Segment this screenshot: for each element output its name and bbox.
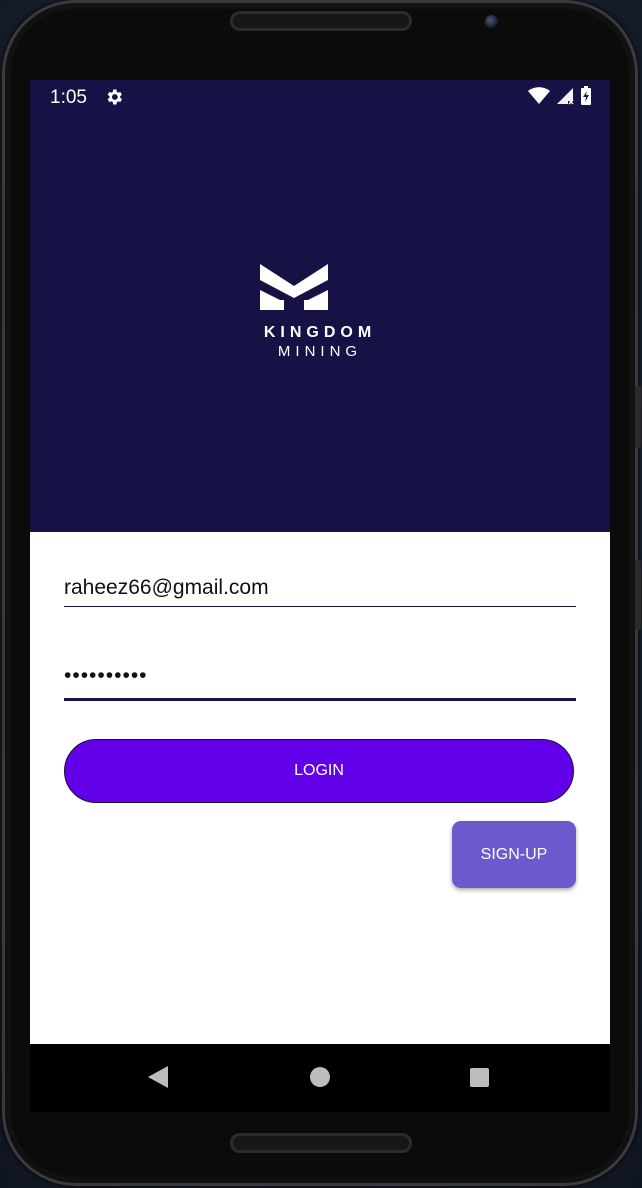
brand-name: KINGDOM (263, 324, 377, 341)
wifi-icon (528, 87, 550, 110)
email-field[interactable]: raheez66@gmail.com (64, 576, 576, 607)
device-frame: 1:05 KINGDOM MINING raheez66@gmail.com •… (2, 0, 641, 1186)
signup-button[interactable]: SIGN-UP (452, 821, 576, 888)
password-field[interactable]: •••••••••• (64, 664, 576, 701)
login-button[interactable]: LOGIN (64, 739, 574, 803)
screen: 1:05 KINGDOM MINING raheez66@gmail.com •… (30, 80, 610, 1112)
kingdom-mining-logo (260, 264, 328, 315)
login-form: raheez66@gmail.com •••••••••• LOGIN SIGN… (30, 532, 610, 1044)
signal-icon (556, 87, 574, 110)
bottom-speaker (230, 1133, 412, 1153)
power-button (635, 560, 641, 630)
home-icon[interactable] (310, 1067, 330, 1087)
front-camera (485, 15, 498, 28)
back-icon[interactable] (148, 1066, 168, 1093)
status-icons (528, 86, 592, 111)
status-bar: 1:05 (30, 80, 610, 116)
volume-button (635, 386, 641, 448)
brand-subname: MINING (277, 343, 363, 360)
status-time: 1:05 (50, 87, 87, 108)
header-hero: KINGDOM MINING (30, 116, 610, 532)
battery-charging-icon (580, 86, 592, 111)
gear-icon (104, 87, 124, 112)
navigation-bar (30, 1044, 610, 1112)
recents-icon[interactable] (470, 1068, 489, 1087)
top-speaker (230, 11, 412, 31)
